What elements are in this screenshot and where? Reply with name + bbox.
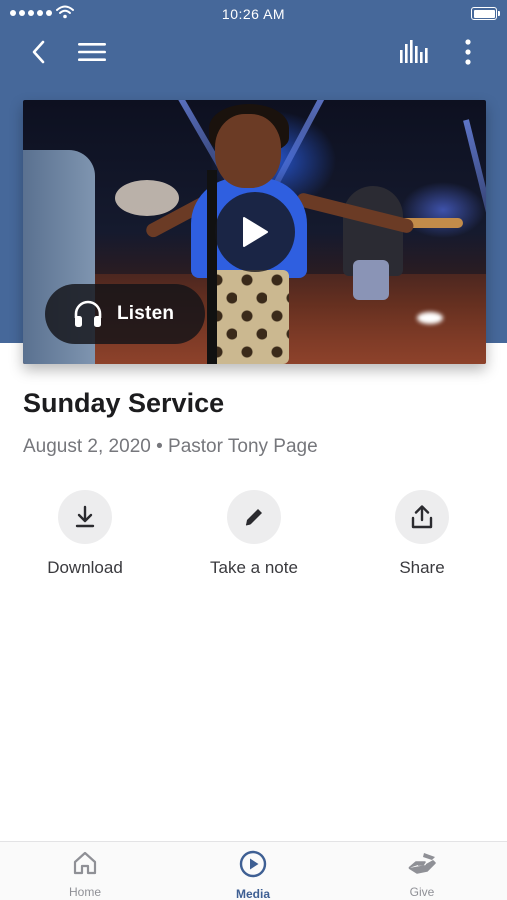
tab-media-label: Media [235,887,270,900]
home-icon [73,851,97,875]
singer-skirt [207,270,289,364]
singer-head [215,114,281,188]
play-circle-icon [239,850,267,878]
listen-label: Listen [117,303,175,324]
battery-icon [471,7,500,20]
tab-give[interactable]: Give [362,850,482,899]
take-note-label: Take a note [210,558,298,577]
share-icon-circle [395,490,449,544]
play-icon [243,217,268,247]
headphones-icon [74,300,102,327]
download-icon [75,505,95,528]
hamburger-menu-icon [78,43,106,61]
back-button[interactable] [20,34,56,70]
share-label: Share [399,558,445,577]
stage-light-beam [463,119,486,296]
sermon-subtitle: August 2, 2020 • Pastor Tony Page [23,436,318,457]
audio-button[interactable] [396,34,432,70]
download-icon-circle [58,490,112,544]
listen-button[interactable]: Listen [45,284,205,344]
tab-bar: Home Media Give [0,841,507,900]
chevron-left-icon [32,40,45,64]
tab-home-label: Home [68,885,101,899]
share-icon [411,505,433,529]
status-time: 10:26 AM [221,6,286,22]
give-hand-icon [408,853,436,874]
status-bar: 10:26 AM [0,0,507,28]
stage-spotlight [417,312,443,324]
download-button[interactable]: Download [10,490,160,578]
guitarist-legs [353,260,389,300]
download-label: Download [47,558,123,577]
tab-media[interactable]: Media [193,850,313,900]
take-note-button[interactable]: Take a note [179,490,329,578]
audio-bars-icon [400,40,428,63]
menu-button[interactable] [74,34,110,70]
tab-give-label: Give [409,885,435,899]
drum-kit [115,180,179,216]
more-options-button[interactable] [450,34,486,70]
play-button[interactable] [215,192,295,272]
tab-home[interactable]: Home [25,850,145,899]
video-player[interactable]: Listen [23,100,486,364]
pencil-icon [245,509,262,526]
share-button[interactable]: Share [347,490,497,578]
vertical-ellipsis-icon [465,39,471,65]
sermon-title: Sunday Service [23,388,225,418]
microphone-stand [207,170,217,364]
note-icon-circle [227,490,281,544]
